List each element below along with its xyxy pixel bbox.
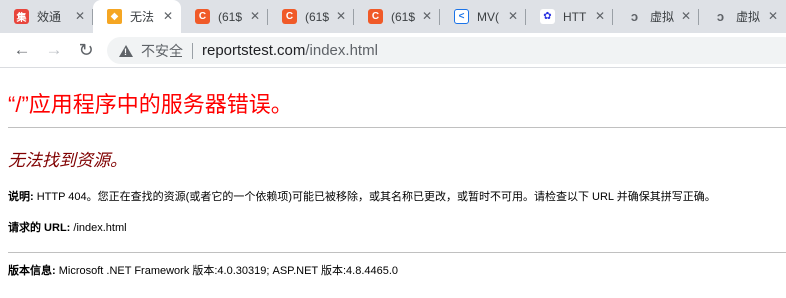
tab-strip: 集 效通 ✕ ◆ 无法 ✕ C (61$ ✕ C (61$ ✕ C (61$ ✕…: [0, 0, 786, 33]
security-label[interactable]: 不安全: [141, 41, 183, 61]
url-path: /index.html: [305, 42, 378, 59]
tab-1[interactable]: 集 效通 ✕: [0, 0, 93, 33]
version-text: Microsoft .NET Framework 版本:4.0.30319; A…: [55, 265, 399, 277]
description-label: 说明:: [8, 191, 34, 203]
tab-4[interactable]: C (61$ ✕: [268, 0, 354, 33]
tab-favicon-icon: 集: [14, 9, 29, 24]
tab-favicon-icon: ✿: [540, 9, 555, 24]
tab-title: HTT: [563, 9, 587, 24]
tab-title: (61$: [305, 9, 329, 24]
omnibox-divider: [192, 42, 193, 59]
tab-title: 虚拟: [650, 10, 674, 24]
close-icon[interactable]: ✕: [163, 10, 173, 22]
tab-title: 效通: [37, 10, 61, 24]
tab-2-active[interactable]: ◆ 无法 ✕: [93, 0, 181, 33]
browser-toolbar: ← → ↻ 不安全 reportstest.com/index.html: [0, 33, 786, 68]
tab-favicon-icon: ↄ: [630, 9, 639, 24]
url-text[interactable]: reportstest.com/index.html: [202, 42, 378, 59]
tab-favicon-icon: C: [195, 9, 210, 24]
divider: [8, 127, 786, 128]
tab-favicon-icon: C: [282, 9, 297, 24]
close-icon[interactable]: ✕: [422, 10, 432, 22]
close-icon[interactable]: ✕: [250, 10, 260, 22]
tab-title: (61$: [218, 9, 242, 24]
error-subheading: 无法找到资源。: [8, 151, 127, 170]
page-content: “/”应用程序中的服务器错误。 无法找到资源。 说明: HTTP 404。您正在…: [0, 69, 786, 298]
tab-title: 虚拟: [736, 10, 760, 24]
close-icon[interactable]: ✕: [595, 10, 605, 22]
address-bar[interactable]: 不安全 reportstest.com/index.html: [107, 37, 786, 64]
tab-3[interactable]: C (61$ ✕: [181, 0, 268, 33]
tab-title: 无法: [130, 10, 154, 24]
url-host: reportstest.com: [202, 42, 306, 59]
tab-title: MV(: [477, 9, 499, 24]
close-icon[interactable]: ✕: [681, 10, 691, 22]
close-icon[interactable]: ✕: [336, 10, 346, 22]
description-text: HTTP 404。您正在查找的资源(或者它的一个依赖项)可能已被移除，或其名称已…: [33, 191, 716, 203]
requested-url-label: 请求的 URL:: [8, 222, 71, 234]
tab-favicon-icon: C: [368, 9, 383, 24]
warning-icon[interactable]: [119, 44, 133, 57]
version-label: 版本信息:: [8, 265, 56, 277]
requested-url-value: /index.html: [70, 222, 127, 234]
forward-icon[interactable]: →: [43, 39, 65, 61]
tab-title: (61$: [391, 9, 415, 24]
description-line: 说明: HTTP 404。您正在查找的资源(或者它的一个依赖项)可能已被移除，或…: [8, 188, 716, 204]
tab-favicon-icon: ◆: [107, 9, 122, 24]
error-heading: “/”应用程序中的服务器错误。: [8, 92, 293, 117]
tab-favicon-icon: ↄ: [716, 9, 725, 24]
version-line: 版本信息: Microsoft .NET Framework 版本:4.0.30…: [8, 262, 398, 278]
tab-7[interactable]: ✿ HTT ✕: [526, 0, 613, 33]
close-icon[interactable]: ✕: [768, 10, 778, 22]
divider: [8, 252, 786, 253]
back-icon[interactable]: ←: [11, 39, 33, 61]
requested-url-line: 请求的 URL: /index.html: [8, 219, 127, 235]
tab-favicon-icon: <: [454, 9, 469, 24]
tab-9[interactable]: ↄ 虚拟 ✕: [699, 0, 786, 33]
tab-8[interactable]: ↄ 虚拟 ✕: [613, 0, 699, 33]
close-icon[interactable]: ✕: [508, 10, 518, 22]
tab-6[interactable]: < MV( ✕: [440, 0, 526, 33]
tab-5[interactable]: C (61$ ✕: [354, 0, 440, 33]
close-icon[interactable]: ✕: [75, 10, 85, 22]
reload-icon[interactable]: ↻: [75, 39, 97, 61]
